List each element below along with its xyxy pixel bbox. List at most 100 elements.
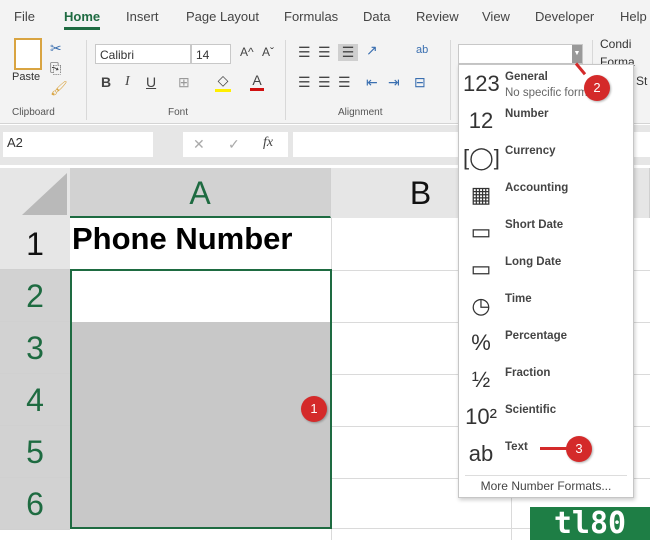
tab-data[interactable]: Data — [363, 9, 390, 24]
divider — [86, 40, 87, 120]
grow-font-button[interactable]: A^ — [240, 45, 254, 59]
cut-icon[interactable]: ✂ — [50, 40, 62, 57]
format-item-time[interactable]: ◷ Time — [459, 289, 633, 326]
underline-button[interactable]: U — [146, 74, 156, 90]
wrap-text-button[interactable]: ab — [416, 44, 428, 56]
orientation-icon[interactable]: ↗ — [366, 42, 378, 59]
format-item-label: General — [505, 71, 548, 83]
format-item-scientific[interactable]: 10² Scientific — [459, 400, 633, 437]
accounting-icon: ▦ — [470, 182, 492, 207]
format-item-text[interactable]: ab Text — [459, 437, 633, 474]
copy-icon[interactable]: ⎘ — [50, 60, 61, 77]
step-badge-3: 3 — [566, 436, 592, 462]
fraction-icon: ½ — [471, 367, 491, 392]
general-123-icon: 123 — [463, 71, 500, 96]
align-left-icon[interactable]: ☰ — [298, 74, 311, 91]
number-format-dropdown: 123 General No specific format 12 Number [◯] C… — [458, 64, 634, 498]
format-item-long-date[interactable]: ▭ Long Date — [459, 252, 633, 289]
long-date-icon: ▭ — [470, 256, 492, 281]
number-format-select[interactable] — [458, 44, 583, 64]
paste-button[interactable]: Paste — [12, 71, 40, 83]
text-ab-icon: ab — [468, 441, 494, 466]
step-badge-2: 2 — [584, 75, 610, 101]
format-item-fraction[interactable]: ½ Fraction — [459, 363, 633, 400]
formula-buttons: ✕ ✓ fx — [183, 132, 288, 157]
tab-insert[interactable]: Insert — [126, 9, 159, 24]
number-12-icon: 12 — [468, 108, 494, 133]
clipboard-group-label: Clipboard — [12, 107, 55, 118]
format-item-short-date[interactable]: ▭ Short Date — [459, 215, 633, 252]
logo: tl80 — [530, 507, 650, 540]
short-date-icon: ▭ — [470, 219, 492, 244]
divider — [450, 40, 451, 120]
row-header-2[interactable]: 2 — [0, 270, 70, 322]
name-box[interactable]: A2 — [3, 132, 153, 157]
divider — [285, 40, 286, 120]
align-top-icon[interactable]: ☰ — [298, 44, 311, 61]
tab-page-layout[interactable]: Page Layout — [186, 9, 259, 24]
cancel-icon[interactable]: ✕ — [193, 136, 205, 153]
align-right-icon[interactable]: ☰ — [338, 74, 351, 91]
format-painter-icon[interactable]: 🖌 — [50, 80, 68, 97]
fill-color-icon[interactable]: ◇ — [215, 72, 231, 92]
row-header-3[interactable]: 3 — [0, 322, 70, 374]
format-item-number[interactable]: 12 Number — [459, 104, 633, 141]
column-header-a[interactable]: A — [70, 168, 331, 218]
format-item-label: Scientific — [505, 404, 557, 416]
format-item-percentage[interactable]: % Percentage — [459, 326, 633, 363]
format-item-label: Time — [505, 293, 532, 305]
format-item-label: Fraction — [505, 367, 551, 379]
tab-review[interactable]: Review — [416, 9, 459, 24]
alignment-group-label: Alignment — [338, 107, 383, 118]
conditional-formatting-button[interactable]: Condi — [600, 37, 631, 51]
chevron-down-icon[interactable]: ▼ — [572, 45, 582, 63]
scientific-icon: 10² — [465, 404, 497, 429]
shrink-font-button[interactable]: Aˇ — [262, 45, 274, 59]
insert-function-icon[interactable]: fx — [263, 135, 273, 151]
bold-button[interactable]: B — [101, 74, 111, 90]
font-group-label: Font — [168, 107, 189, 118]
step-badge-1: 1 — [301, 396, 327, 422]
borders-icon[interactable]: ⊞ — [178, 74, 190, 91]
enter-icon[interactable]: ✓ — [228, 136, 240, 153]
format-item-label: Long Date — [505, 256, 562, 268]
italic-button[interactable]: I — [125, 74, 130, 90]
tab-formulas[interactable]: Formulas — [284, 9, 338, 24]
cell-a1[interactable]: Phone Number — [72, 221, 292, 257]
select-all-button[interactable] — [0, 168, 70, 218]
align-bottom-icon[interactable]: ☰ — [338, 44, 358, 61]
cell-styles-button[interactable]: St — [636, 74, 647, 88]
font-size-select[interactable]: 14 — [191, 44, 231, 64]
font-name-select[interactable]: Calibri — [95, 44, 191, 64]
row-header-5[interactable]: 5 — [0, 426, 70, 478]
format-item-label: Short Date — [505, 219, 564, 231]
row-header-6[interactable]: 6 — [0, 478, 70, 530]
format-item-label: Accounting — [505, 182, 569, 194]
format-item-label: Currency — [505, 145, 556, 157]
tab-file[interactable]: File — [14, 9, 35, 24]
merge-center-icon[interactable]: ⊟ — [414, 74, 426, 91]
tab-developer[interactable]: Developer — [535, 9, 594, 24]
row-header-4[interactable]: 4 — [0, 374, 70, 426]
divider — [465, 475, 627, 476]
arrow-icon — [540, 447, 568, 450]
format-item-accounting[interactable]: ▦ Accounting — [459, 178, 633, 215]
tab-help[interactable]: Help — [620, 9, 647, 24]
format-item-label: Percentage — [505, 330, 568, 342]
paste-icon[interactable] — [14, 38, 42, 70]
tab-view[interactable]: View — [482, 9, 510, 24]
more-number-formats-link[interactable]: More Number Formats... — [459, 479, 633, 493]
selected-range-a2-a6[interactable] — [70, 269, 332, 529]
tab-home[interactable]: Home — [64, 9, 101, 30]
format-item-currency[interactable]: [◯] Currency — [459, 141, 633, 178]
decrease-indent-icon[interactable]: ⇤ — [366, 74, 378, 91]
row-header-1[interactable]: 1 — [0, 218, 70, 270]
align-middle-icon[interactable]: ☰ — [318, 44, 331, 61]
align-center-icon[interactable]: ☰ — [318, 74, 331, 91]
font-color-button[interactable]: A — [250, 72, 264, 91]
format-item-label: Number — [505, 108, 549, 120]
increase-indent-icon[interactable]: ⇥ — [388, 74, 400, 91]
clock-icon: ◷ — [471, 293, 491, 318]
currency-icon: [◯] — [463, 145, 500, 170]
percent-icon: % — [471, 330, 491, 355]
